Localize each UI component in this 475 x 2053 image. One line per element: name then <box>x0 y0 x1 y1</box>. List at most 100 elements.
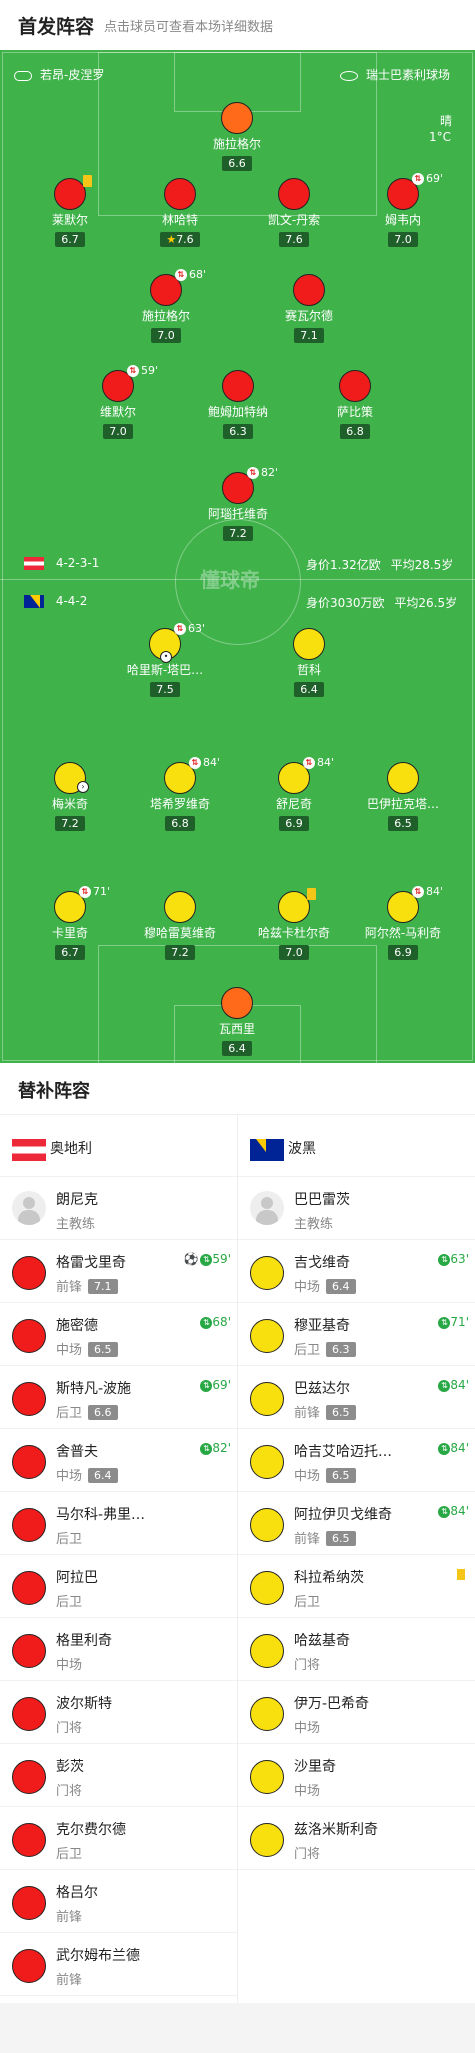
player-marker <box>339 370 371 402</box>
sub-player-row[interactable]: 武尔姆布兰德 前锋 <box>0 1933 237 1996</box>
sub-player-row[interactable]: 波尔斯特 门将 <box>0 1681 237 1744</box>
sub-minute: 84' <box>450 1378 469 1392</box>
yellow-card-icon <box>457 1569 465 1580</box>
player-name: 格里利奇 <box>56 1633 112 1649</box>
sub-player-row[interactable]: 格里利奇 中场 <box>0 1618 237 1681</box>
home-team-name: 奥地利 <box>50 1141 92 1157</box>
sub-player-row[interactable]: 吉戈维奇 中场 6.4 ⇅ 63' <box>238 1240 475 1303</box>
sub-minute: 84' <box>450 1504 469 1518</box>
player-name: 哈兹卡杜尔奇 <box>257 926 330 940</box>
sub-player-row[interactable]: 彭茨 门将 <box>0 1744 237 1807</box>
sub-player-row[interactable]: 阿拉巴 后卫 <box>0 1555 237 1618</box>
player-marker <box>293 628 325 660</box>
player-marker <box>221 987 253 1019</box>
sub-player-row[interactable]: 伊万-巴希奇 中场 <box>238 1681 475 1744</box>
sub-off-icon: ⇅ <box>79 886 91 898</box>
home-player[interactable]: 林哈特 ★7.6 <box>120 178 240 247</box>
away-player[interactable]: 瓦西里 6.4 <box>177 987 297 1056</box>
sub-off-icon: ⇅ <box>174 623 186 635</box>
away-player[interactable]: › 梅米奇 7.2 <box>10 762 130 831</box>
sub-player-row[interactable]: 斯特凡-波施 后卫 6.6 ⇅ 69' <box>0 1366 237 1429</box>
away-player[interactable]: ⇅ 84' 舒尼奇 6.9 <box>234 756 354 831</box>
player-rating: 7.2 <box>55 816 85 831</box>
player-name: 武尔姆布兰德 <box>56 1948 140 1964</box>
sub-off-badge: ⇅ 84' <box>412 885 443 898</box>
away-player[interactable]: ⇅ 84' 塔希罗维奇 6.8 <box>120 756 240 831</box>
away-coach-row[interactable]: 巴巴雷茨 主教练 <box>238 1177 475 1240</box>
player-pos-row: 中场 <box>56 1654 82 1673</box>
player-marker <box>12 1697 46 1731</box>
away-player[interactable]: 穆哈雷莫维奇 7.2 <box>120 891 240 960</box>
player-name: 克尔费尔德 <box>56 1822 126 1838</box>
player-name: 穆哈雷莫维奇 <box>143 926 216 940</box>
away-formation-row: 4-4-2 <box>24 594 87 608</box>
sub-player-row[interactable]: 舍普夫 中场 6.4 ⇅ 82' <box>0 1429 237 1492</box>
home-player[interactable]: ⇅ 59' 维默尔 7.0 <box>58 364 178 439</box>
home-player[interactable]: 凯文-丹索 7.6 <box>234 178 354 247</box>
footer <box>0 2003 475 2053</box>
player-pos-row: 前锋 6.5 <box>294 1402 356 1421</box>
player-pos-row: 中场 6.4 <box>294 1276 356 1295</box>
away-value-row: 身价3030万欧 平均26.5岁 <box>306 594 457 611</box>
player-marker: ⇅ 84' <box>278 756 334 794</box>
player-marker <box>250 1445 284 1479</box>
sub-player-row[interactable]: 哈兹基奇 门将 <box>238 1618 475 1681</box>
away-player[interactable]: 哲科 6.4 <box>249 628 369 697</box>
home-player[interactable]: ⇅ 69' 姆韦内 7.0 <box>343 172 463 247</box>
sub-player-row[interactable]: 格雷戈里奇 前锋 7.1 ⚽ ⇅ 59' <box>0 1240 237 1303</box>
sub-player-row[interactable]: 沙里奇 中场 <box>238 1744 475 1807</box>
sub-player-row[interactable]: 兹洛米斯利奇 门将 <box>238 1807 475 1870</box>
player-name: 施拉格尔 <box>141 309 190 323</box>
player-marker: ⇅ 71' <box>54 885 110 923</box>
sub-player-row[interactable]: 克尔费尔德 后卫 <box>0 1807 237 1870</box>
player-position: 门将 <box>294 1847 321 1862</box>
sub-in-icon: ⇅ <box>200 1442 213 1455</box>
sub-in-icon: ⇅ <box>200 1316 213 1329</box>
player-pos-row: 中场 6.5 <box>294 1465 356 1484</box>
home-player[interactable]: 萨比策 6.8 <box>295 370 415 439</box>
sub-off-icon: ⇅ <box>412 886 424 898</box>
player-name: 维默尔 <box>99 405 136 419</box>
sub-player-row[interactable]: 格吕尔 前锋 <box>0 1870 237 1933</box>
player-marker <box>250 1697 284 1731</box>
player-position: 门将 <box>56 1721 83 1736</box>
away-player[interactable]: ⇅ 84' 阿尔然-马利奇 6.9 <box>343 885 463 960</box>
away-player[interactable]: 哈兹卡杜尔奇 7.0 <box>234 888 354 960</box>
player-pos-row: 门将 <box>294 1843 320 1862</box>
player-rating: 6.4 <box>294 682 324 697</box>
player-position: 门将 <box>56 1784 83 1799</box>
away-player[interactable]: 巴伊拉克塔… 6.5 <box>343 762 463 831</box>
player-rating: 6.6 <box>88 1405 118 1420</box>
player-marker: › <box>54 762 89 794</box>
player-position: 中场 <box>56 1658 83 1673</box>
home-player[interactable]: 赛瓦尔德 7.1 <box>249 274 369 343</box>
sub-player-row[interactable]: 阿拉伊贝戈维奇 前锋 6.5 ⇅ 84' <box>238 1492 475 1555</box>
sub-player-row[interactable]: 穆亚基奇 后卫 6.3 ⇅ 71' <box>238 1303 475 1366</box>
home-player[interactable]: ⇅ 82' 阿瑙托维奇 7.2 <box>178 466 298 541</box>
sub-off-badge: ⇅ 59' <box>127 364 158 377</box>
sub-player-row[interactable]: 科拉希纳茨 后卫 <box>238 1555 475 1618</box>
player-rating: 6.5 <box>326 1531 356 1546</box>
away-player[interactable]: ⇅ 71' 卡里奇 6.7 <box>10 885 130 960</box>
sub-off-badge: ⇅ 68' <box>175 268 206 281</box>
sub-player-row[interactable]: 哈吉艾哈迈托… 中场 6.5 ⇅ 84' <box>238 1429 475 1492</box>
home-player[interactable]: 施拉格尔 6.6 <box>177 102 297 171</box>
sub-player-row[interactable]: 马尔科-弗里… 后卫 <box>0 1492 237 1555</box>
home-player[interactable]: 鲍姆加特纳 6.3 <box>178 370 298 439</box>
player-rating: ★7.6 <box>160 232 200 247</box>
player-rating: 6.3 <box>223 424 253 439</box>
sub-player-row[interactable]: 施密德 中场 6.5 ⇅ 68' <box>0 1303 237 1366</box>
away-player[interactable]: ⇅ 63' • 哈里斯-塔巴… 7.5 <box>105 622 225 697</box>
player-pos-row: 后卫 <box>56 1843 82 1862</box>
pitch: 懂球帝 若昂-皮涅罗 瑞士巴素利球场 晴 1°C 4-2-3-1 身价1.32亿… <box>0 50 475 1063</box>
home-player[interactable]: 莱默尔 6.7 <box>10 175 130 247</box>
sub-in-badge: ⇅ 84' <box>438 1378 469 1392</box>
home-coach-row[interactable]: 朗尼克 主教练 <box>0 1177 237 1240</box>
player-position: 前锋 <box>294 1532 321 1547</box>
player-marker <box>250 1382 284 1416</box>
home-player[interactable]: ⇅ 68' 施拉格尔 7.0 <box>106 268 226 343</box>
stadium-info: 瑞士巴素利球场 <box>340 66 450 83</box>
sub-player-row[interactable]: 巴兹达尔 前锋 6.5 ⇅ 84' <box>238 1366 475 1429</box>
player-rating: 6.5 <box>326 1468 356 1483</box>
player-position: 后卫 <box>294 1343 321 1358</box>
